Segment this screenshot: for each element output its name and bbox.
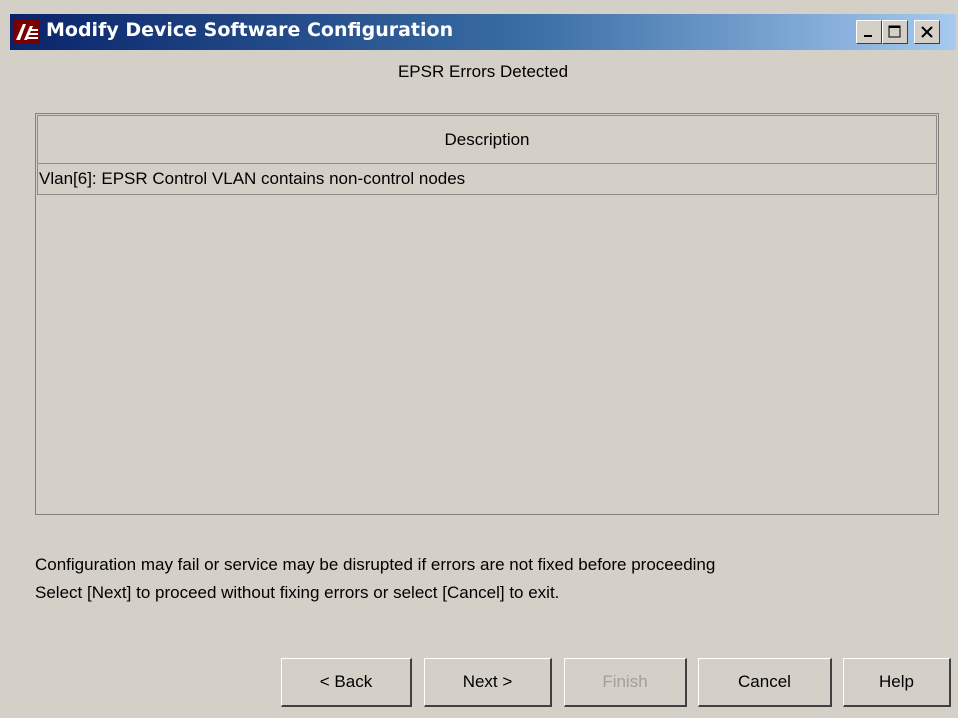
warning-message: Configuration may fail or service may be… [35,551,715,607]
warning-line-1: Configuration may fail or service may be… [35,555,716,574]
back-button[interactable]: < Back [281,658,412,707]
finish-button[interactable]: Finish [564,658,687,707]
dialog-window: Modify Device Software Configuration EPS… [0,0,958,718]
warning-line-2: Select [Next] to proceed without fixing … [35,583,560,602]
minimize-icon [864,35,872,37]
minimize-button[interactable] [856,20,882,44]
cancel-button[interactable]: Cancel [698,658,832,707]
page-title: EPSR Errors Detected [397,62,569,81]
close-button[interactable] [914,20,940,44]
app-logo-icon [14,20,40,44]
help-button[interactable]: Help [843,658,951,707]
errors-table: Description Vlan[6]: EPSR Control VLAN c… [35,113,939,515]
close-icon [921,26,933,38]
column-header-description[interactable]: Description [37,115,937,164]
title-bar[interactable]: Modify Device Software Configuration [10,14,956,50]
next-button[interactable]: Next > [424,658,552,707]
maximize-button[interactable] [882,20,908,44]
table-row[interactable]: Vlan[6]: EPSR Control VLAN contains non-… [37,164,937,195]
maximize-icon [888,25,901,38]
window-title: Modify Device Software Configuration [46,19,454,41]
